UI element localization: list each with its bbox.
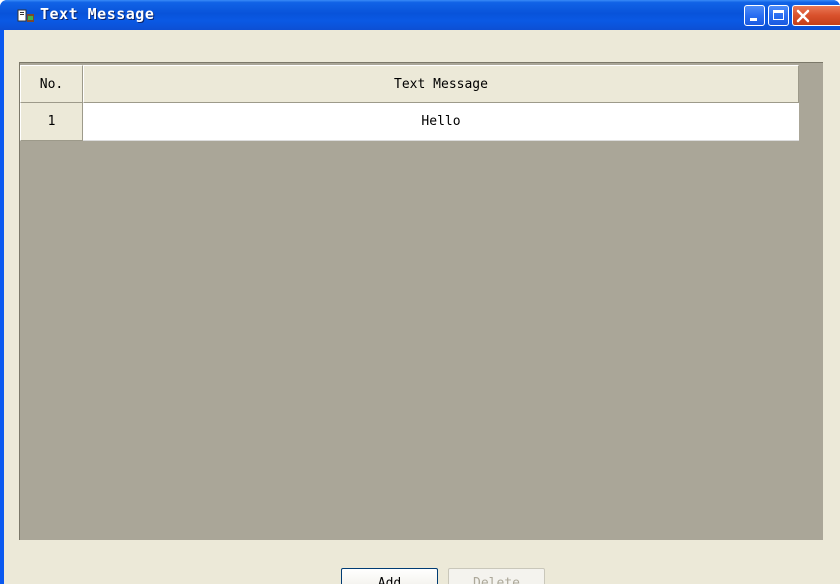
column-header-no[interactable]: No. [20,65,83,103]
add-button[interactable]: Add [341,568,438,584]
close-icon [796,9,810,23]
message-cell[interactable]: Hello [83,103,799,141]
app-icon [17,9,34,22]
column-header-text-message[interactable]: Text Message [83,65,799,103]
table-row[interactable]: 1 Hello [20,103,799,141]
delete-button[interactable]: Delete [448,568,545,584]
table-header-row: No. Text Message [20,65,799,103]
client-area: No. Text Message 1 Hello Add Delete [4,30,840,584]
message-table: No. Text Message 1 Hello [19,62,823,540]
row-number-cell[interactable]: 1 [20,103,83,141]
minimize-button[interactable] [744,5,765,26]
close-button[interactable] [792,5,840,26]
window-title: Text Message [40,5,155,23]
maximize-button[interactable] [768,5,789,26]
text-message-window: Text Message No. Text Message 1 Hello Ad… [0,0,840,584]
title-bar[interactable]: Text Message [0,0,840,30]
